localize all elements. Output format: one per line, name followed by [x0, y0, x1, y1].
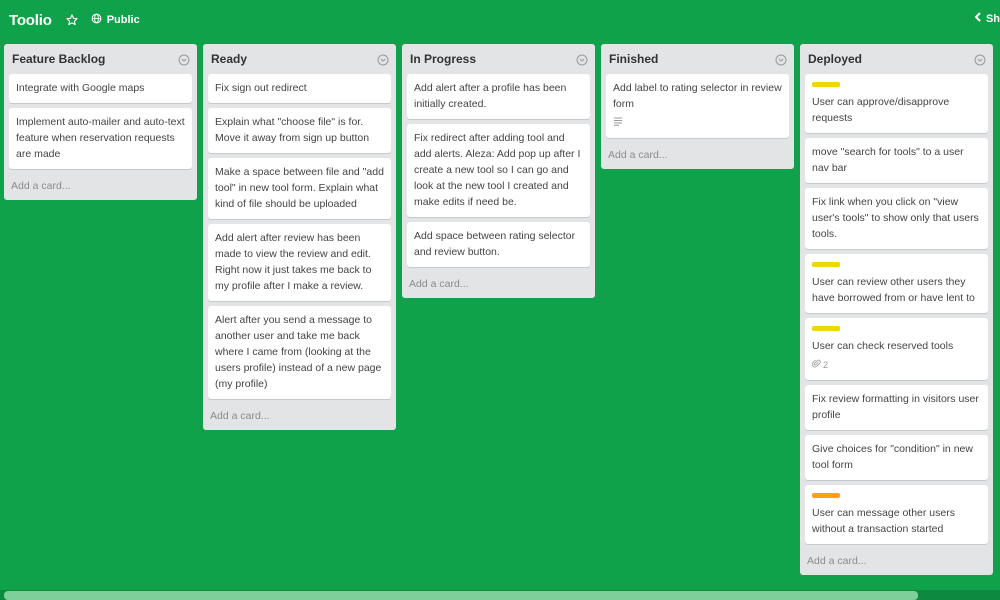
list-title[interactable]: Finished [609, 52, 658, 66]
card-title: Make a space between file and "add tool"… [215, 166, 384, 210]
card[interactable]: Explain what "choose file" is for. Move … [208, 108, 391, 153]
card-title: move "search for tools" to a user nav ba… [812, 146, 964, 174]
list-ready: Ready Fix sign out redirect Explain what… [203, 44, 396, 430]
show-menu-label: Sh [985, 12, 1000, 25]
card-title: Fix link when you click on "view user's … [812, 196, 979, 240]
board-header: Toolio Public Sh [0, 0, 1000, 40]
list-deployed: Deployed User can approve/disapprove req… [800, 44, 993, 575]
card-title: Fix review formatting in visitors user p… [812, 393, 979, 421]
card-title: Fix redirect after adding tool and add a… [414, 132, 581, 208]
scrollbar-thumb[interactable] [4, 591, 918, 600]
card[interactable]: Fix link when you click on "view user's … [805, 188, 988, 249]
card[interactable]: Make a space between file and "add tool"… [208, 158, 391, 219]
card[interactable]: Add label to rating selector in review f… [606, 74, 789, 138]
visibility-label: Public [106, 14, 140, 26]
star-icon[interactable] [65, 13, 79, 27]
card-badges [613, 115, 782, 131]
card[interactable]: Add alert after a profile has been initi… [407, 74, 590, 119]
list-header: Feature Backlog [9, 44, 192, 74]
list-finished: Finished Add label to rating selector in… [601, 44, 794, 169]
card[interactable]: User can message other users without a t… [805, 485, 988, 544]
card[interactable]: Fix review formatting in visitors user p… [805, 385, 988, 430]
card[interactable]: Fix redirect after adding tool and add a… [407, 124, 590, 217]
card-title: Fix sign out redirect [215, 82, 307, 94]
card-title: Alert after you send a message to anothe… [215, 314, 382, 390]
visibility-button[interactable]: Public [91, 13, 140, 27]
add-card-link[interactable]: Add a card... [606, 143, 789, 169]
card-label-orange [812, 493, 840, 498]
list-menu-icon[interactable] [377, 53, 389, 66]
card-label-yellow [812, 262, 840, 267]
list-menu-icon[interactable] [775, 53, 787, 66]
card[interactable]: User can check reserved tools 2 [805, 318, 988, 380]
list-in-progress: In Progress Add alert after a profile ha… [402, 44, 595, 298]
card-title: Implement auto-mailer and auto-text feat… [16, 116, 185, 160]
list-title[interactable]: Feature Backlog [12, 52, 105, 66]
show-menu-button[interactable]: Sh [974, 12, 1000, 25]
card-title: User can message other users without a t… [812, 507, 955, 535]
list-menu-icon[interactable] [576, 53, 588, 66]
card[interactable]: User can review other users they have bo… [805, 254, 988, 313]
card[interactable]: Give choices for "condition" in new tool… [805, 435, 988, 480]
card[interactable]: Integrate with Google maps [9, 74, 192, 103]
card-title: Explain what "choose file" is for. Move … [215, 116, 370, 144]
attachment-count: 2 [823, 360, 829, 370]
list-menu-icon[interactable] [974, 53, 986, 66]
card-title: Add alert after a profile has been initi… [414, 82, 567, 110]
list-title[interactable]: Ready [211, 52, 247, 66]
list-title[interactable]: In Progress [410, 52, 476, 66]
attachment-icon [811, 357, 823, 373]
card[interactable]: Fix sign out redirect [208, 74, 391, 103]
board-title[interactable]: Toolio [9, 12, 52, 29]
add-card-link[interactable]: Add a card... [805, 549, 988, 575]
card-title: Give choices for "condition" in new tool… [812, 443, 973, 471]
card[interactable]: move "search for tools" to a user nav ba… [805, 138, 988, 183]
card[interactable]: User can approve/disapprove requests [805, 74, 988, 133]
card[interactable]: Add alert after review has been made to … [208, 224, 391, 301]
list-feature-backlog: Feature Backlog Integrate with Google ma… [4, 44, 197, 200]
list-title[interactable]: Deployed [808, 52, 862, 66]
card-title: Add label to rating selector in review f… [613, 82, 782, 110]
card-title: Add space between rating selector and re… [414, 230, 576, 258]
list-header: Finished [606, 44, 789, 74]
globe-icon [91, 13, 107, 27]
card[interactable]: Add space between rating selector and re… [407, 222, 590, 267]
card-title: Integrate with Google maps [16, 82, 145, 94]
card-title: Add alert after review has been made to … [215, 232, 372, 292]
card-title: User can approve/disapprove requests [812, 96, 950, 124]
card-title: User can check reserved tools [812, 340, 954, 352]
list-header: Ready [208, 44, 391, 74]
card[interactable]: Alert after you send a message to anothe… [208, 306, 391, 399]
list-header: In Progress [407, 44, 590, 74]
add-card-link[interactable]: Add a card... [208, 404, 391, 430]
card[interactable]: Implement auto-mailer and auto-text feat… [9, 108, 192, 169]
chevron-left-icon [974, 12, 981, 25]
card-title: User can review other users they have bo… [812, 276, 975, 304]
description-icon [613, 115, 625, 131]
list-header: Deployed [805, 44, 988, 74]
card-label-yellow [812, 326, 840, 331]
card-label-yellow [812, 82, 840, 87]
card-badges: 2 [811, 357, 981, 373]
add-card-link[interactable]: Add a card... [9, 174, 192, 200]
list-menu-icon[interactable] [178, 53, 190, 66]
add-card-link[interactable]: Add a card... [407, 272, 590, 298]
